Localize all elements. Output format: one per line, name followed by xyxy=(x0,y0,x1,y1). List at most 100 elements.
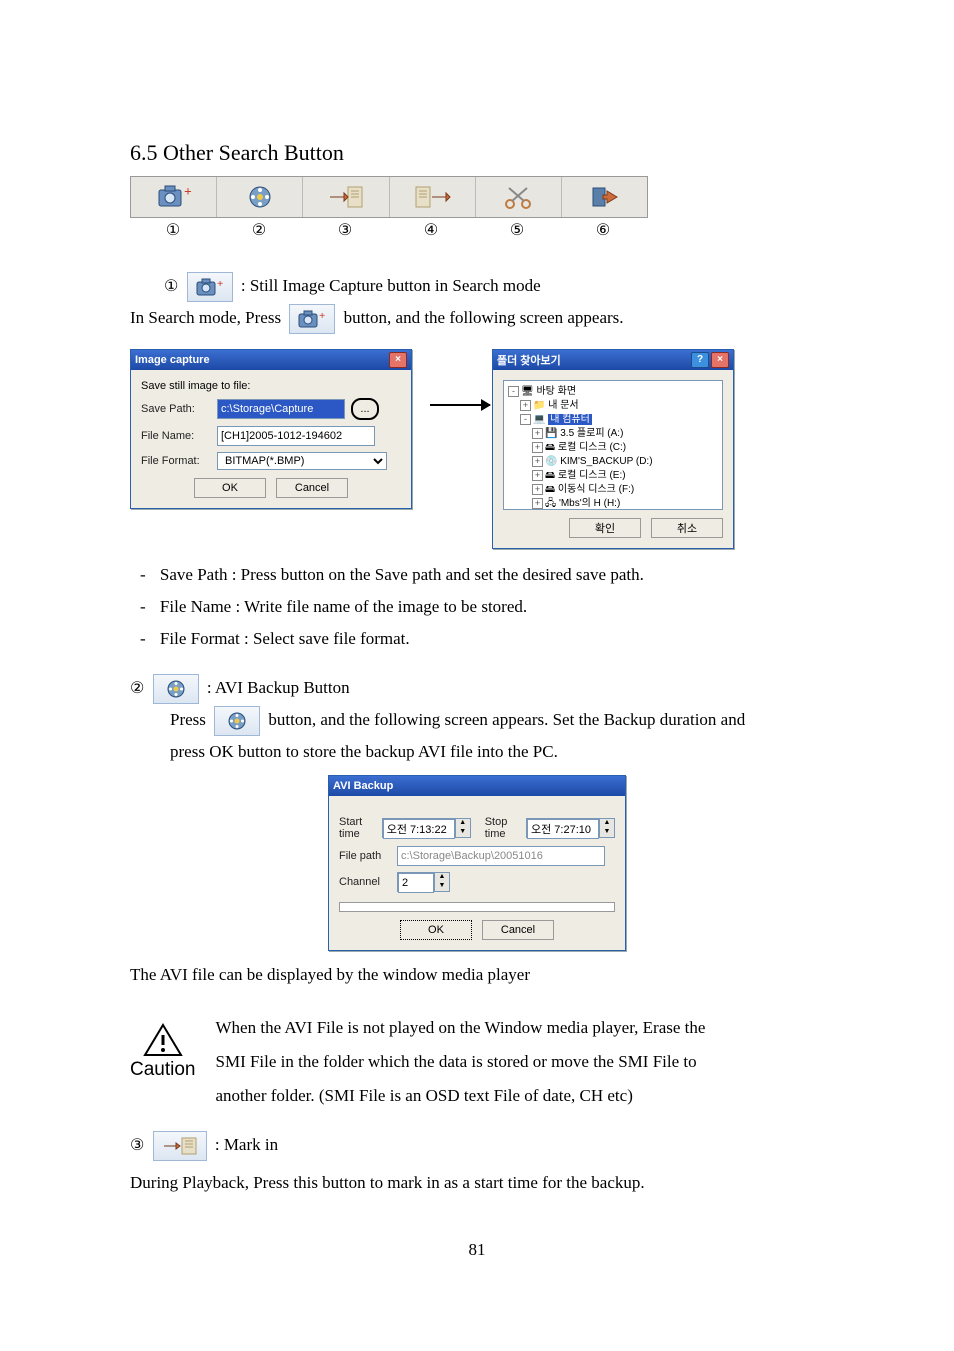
mark-in-icon xyxy=(160,1136,200,1156)
browse-button[interactable]: ... xyxy=(351,398,379,420)
avi-ok-button[interactable]: OK xyxy=(400,920,472,940)
ok-button[interactable]: OK xyxy=(194,478,266,498)
film-reel-icon xyxy=(245,184,275,210)
num-4: ④ xyxy=(388,220,474,240)
avi-button-inline-2[interactable] xyxy=(214,706,260,736)
item2-after2: press OK button to store the backup AVI … xyxy=(170,742,558,761)
camera-plus-icon: + xyxy=(297,309,327,329)
save-path-label: Save Path: xyxy=(141,403,211,415)
toolbar-btn-markout[interactable] xyxy=(390,177,476,217)
file-name-label: File Name: xyxy=(141,430,211,442)
close-icon[interactable]: × xyxy=(389,352,407,368)
browse-cancel-button[interactable]: 취소 xyxy=(651,518,723,538)
num-3: ③ xyxy=(302,220,388,240)
item3-num: ③ xyxy=(130,1131,144,1161)
tree-c: 로컬 디스크 (C:) xyxy=(558,442,626,453)
browse-ok-button[interactable]: 확인 xyxy=(569,518,641,538)
toolbar-btn-6[interactable] xyxy=(562,177,647,217)
note-save-path: Save Path : Press button on the Save pat… xyxy=(158,559,824,591)
caution-line3: another folder. (SMI File is an OSD text… xyxy=(216,1079,825,1113)
capture-notes: Save Path : Press button on the Save pat… xyxy=(130,559,824,656)
file-format-select[interactable]: BITMAP(*.BMP) xyxy=(217,452,387,470)
avi-path-label: File path xyxy=(339,850,391,862)
capture-dialog-title: Image capture xyxy=(135,354,210,366)
caution-label: Caution xyxy=(130,1059,196,1081)
toolbar-numbers: ① ② ③ ④ ⑤ ⑥ xyxy=(130,220,646,240)
num-5: ⑤ xyxy=(474,220,560,240)
toolbar-btn-markin[interactable] xyxy=(303,177,389,217)
num-6: ⑥ xyxy=(560,220,646,240)
mark-in-icon xyxy=(326,184,366,210)
item3-label: : Mark in xyxy=(215,1135,278,1154)
tree-mypc: 내 컴퓨터 xyxy=(548,414,592,425)
warning-triangle-icon xyxy=(143,1023,183,1057)
tree-a: 3.5 플로피 (A:) xyxy=(560,428,623,439)
progress-bar xyxy=(339,902,615,912)
caution-badge: Caution xyxy=(130,1011,196,1081)
capture-button-inline-2[interactable]: + xyxy=(289,304,335,334)
note-file-name: File Name : Write file name of the image… xyxy=(158,591,824,623)
tree-d: KIM'S_BACKUP (D:) xyxy=(560,456,652,467)
section-title: 6.5 Other Search Button xyxy=(130,140,824,166)
avi-start-label: Start time xyxy=(339,816,376,840)
avi-path-input[interactable] xyxy=(397,846,605,866)
avi-start-input[interactable]: ▲▼ xyxy=(382,818,471,838)
svg-text:+: + xyxy=(319,310,325,322)
item1-line2b: button, and the following screen appears… xyxy=(344,308,624,327)
cancel-button[interactable]: Cancel xyxy=(276,478,348,498)
svg-text:+: + xyxy=(217,278,223,290)
item2-press: Press xyxy=(170,710,206,729)
num-2: ② xyxy=(216,220,302,240)
browse-folder-dialog: 폴더 찾아보기 ? × -🖥 바탕 화면 +📁 내 문서 -💻 내 컴퓨터 +💾… xyxy=(492,349,734,549)
avi-channel-label: Channel xyxy=(339,876,391,888)
browse-dialog-title: 폴더 찾아보기 xyxy=(497,352,561,368)
avi-button-inline[interactable] xyxy=(153,674,199,704)
tree-e: 로컬 디스크 (E:) xyxy=(558,470,626,481)
tree-root: 바탕 화면 xyxy=(536,386,576,397)
item2-label: : AVI Backup Button xyxy=(207,678,350,697)
item2-num: ② xyxy=(130,674,144,704)
image-capture-dialog: Image capture × Save still image to file… xyxy=(130,349,412,509)
page-number: 81 xyxy=(130,1240,824,1260)
file-name-input[interactable] xyxy=(217,426,375,446)
note-file-format: File Format : Select save file format. xyxy=(158,623,824,655)
save-still-label: Save still image to file: xyxy=(141,380,401,392)
exit-arrow-icon xyxy=(589,184,619,210)
tree-docs: 내 문서 xyxy=(548,400,578,411)
avi-stop-input[interactable]: ▲▼ xyxy=(526,818,615,838)
film-reel-icon xyxy=(224,711,250,731)
avi-channel-input[interactable]: ▲▼ xyxy=(397,872,450,892)
caution-line2: SMI File in the folder which the data is… xyxy=(216,1045,825,1079)
film-reel-icon xyxy=(163,679,189,699)
avi-dialog-title: AVI Backup xyxy=(333,780,393,792)
search-toolbar: + xyxy=(130,176,648,218)
svg-text:+: + xyxy=(184,185,191,200)
help-icon[interactable]: ? xyxy=(691,352,709,368)
item1-line2a: In Search mode, Press xyxy=(130,308,281,327)
item3-text: During Playback, Press this button to ma… xyxy=(130,1167,824,1199)
scissors-icon xyxy=(503,184,533,210)
tree-f: 이동식 디스크 (F:) xyxy=(558,484,634,495)
avi-note: The AVI file can be displayed by the win… xyxy=(130,959,824,991)
folder-tree[interactable]: -🖥 바탕 화면 +📁 내 문서 -💻 내 컴퓨터 +💾 3.5 플로피 (A:… xyxy=(503,380,723,510)
arrow-right-icon xyxy=(430,404,490,406)
camera-plus-icon: + xyxy=(195,277,225,297)
num-1: ① xyxy=(130,220,216,240)
mark-out-icon xyxy=(412,184,452,210)
capture-button-inline[interactable]: + xyxy=(187,272,233,302)
item1-label: : Still Image Capture button in Search m… xyxy=(241,276,541,295)
caution-line1: When the AVI File is not played on the W… xyxy=(216,1011,825,1045)
close-icon[interactable]: × xyxy=(711,352,729,368)
camera-plus-icon: + xyxy=(157,184,191,210)
save-path-input[interactable] xyxy=(217,399,345,419)
avi-backup-dialog: AVI Backup Start time ▲▼ Stop time ▲▼ Fi… xyxy=(328,775,626,951)
file-format-label: File Format: xyxy=(141,455,211,467)
avi-stop-label: Stop time xyxy=(485,816,520,840)
toolbar-btn-5[interactable] xyxy=(476,177,562,217)
toolbar-btn-capture[interactable]: + xyxy=(131,177,217,217)
avi-cancel-button[interactable]: Cancel xyxy=(482,920,554,940)
item2-after: button, and the following screen appears… xyxy=(268,710,745,729)
markin-button-inline[interactable] xyxy=(153,1131,207,1161)
item1-num: ① xyxy=(164,272,178,302)
toolbar-btn-avi[interactable] xyxy=(217,177,303,217)
